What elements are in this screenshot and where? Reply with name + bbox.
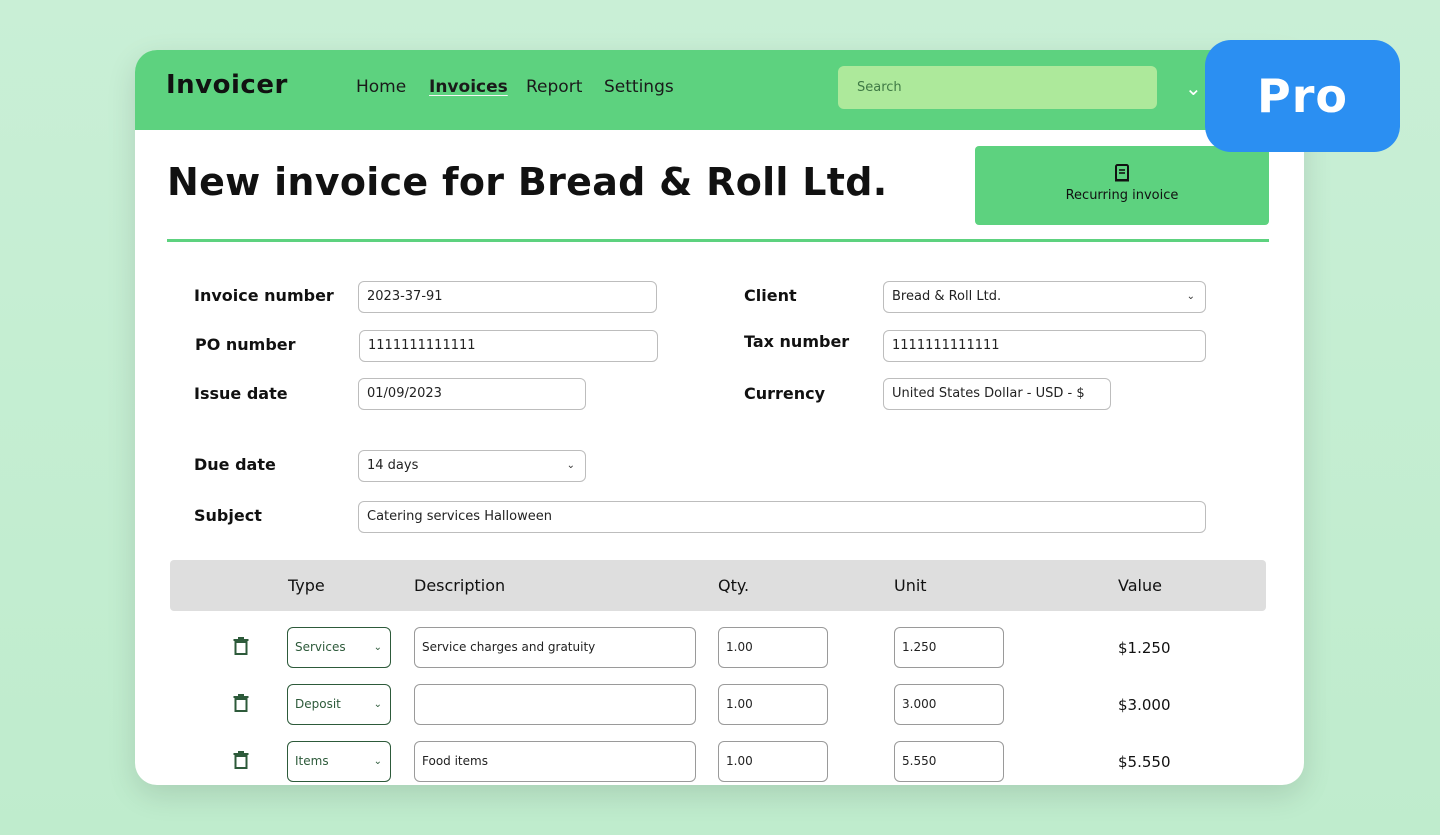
row-value: $3.000 — [1118, 696, 1171, 714]
row-qty-field[interactable]: 1.00 — [718, 684, 828, 725]
currency-field[interactable]: United States Dollar - USD - $ — [883, 378, 1111, 410]
header-qty: Qty. — [718, 576, 750, 595]
header-description: Description — [414, 576, 506, 595]
due-date-label: Due date — [194, 455, 276, 474]
nav-home[interactable]: Home — [356, 77, 406, 97]
po-number-label: PO number — [195, 335, 296, 354]
row-qty-field[interactable]: 1.00 — [718, 741, 828, 782]
issue-date-field[interactable]: 01/09/2023 — [358, 378, 586, 410]
chevron-down-icon: ⌄ — [373, 642, 382, 653]
line-items-header: Type Description Qty. Unit Value — [170, 560, 1266, 611]
row-description-field[interactable]: Service charges and gratuity — [414, 627, 696, 668]
row-type-value: Deposit — [295, 697, 341, 711]
currency-label: Currency — [744, 384, 826, 403]
trash-icon — [233, 751, 249, 769]
chevron-down-icon: ⌄ — [566, 460, 575, 471]
issue-date-label: Issue date — [194, 384, 288, 403]
nav-report[interactable]: Report — [526, 77, 582, 97]
row-type-value: Items — [295, 754, 329, 768]
row-description-field[interactable]: Food items — [414, 741, 696, 782]
due-date-select[interactable]: 14 days ⌄ — [358, 450, 586, 482]
trash-icon — [233, 637, 249, 655]
row-type-value: Services — [295, 640, 346, 654]
invoice-number-label: Invoice number — [194, 286, 334, 305]
tax-number-label: Tax number — [744, 332, 850, 351]
row-value: $5.550 — [1118, 753, 1171, 771]
trash-icon — [233, 694, 249, 712]
header-value: Value — [1118, 576, 1162, 595]
brand-logo: Invoicer — [166, 70, 288, 100]
row-qty-field[interactable]: 1.00 — [718, 627, 828, 668]
nav-invoices[interactable]: Invoices — [429, 77, 508, 97]
pro-badge: Pro — [1205, 40, 1400, 152]
tax-number-field[interactable]: 1111111111111 — [883, 330, 1206, 362]
recurring-invoice-label: Recurring invoice — [1065, 188, 1179, 203]
client-value: Bread & Roll Ltd. — [892, 289, 1002, 304]
header-unit: Unit — [894, 576, 927, 595]
client-label: Client — [744, 286, 797, 305]
po-number-field[interactable]: 1111111111111 — [359, 330, 658, 362]
chevron-down-icon: ⌄ — [1186, 291, 1195, 302]
chevron-down-icon[interactable]: ⌄ — [1185, 76, 1202, 100]
chevron-down-icon: ⌄ — [373, 756, 382, 767]
delete-row-button[interactable] — [233, 751, 249, 773]
due-date-value: 14 days — [367, 458, 419, 473]
top-navbar: Invoicer Home Invoices Report Settings ⌄ — [135, 50, 1304, 130]
page-title: New invoice for Bread & Roll Ltd. — [167, 160, 888, 204]
search-input[interactable] — [838, 66, 1157, 109]
row-unit-field[interactable]: 5.550 — [894, 741, 1004, 782]
chevron-down-icon: ⌄ — [373, 699, 382, 710]
app-window: Invoicer Home Invoices Report Settings ⌄… — [135, 50, 1304, 785]
row-type-select[interactable]: Deposit ⌄ — [287, 684, 391, 725]
subject-field[interactable]: Catering services Halloween — [358, 501, 1206, 533]
nav-settings[interactable]: Settings — [604, 77, 674, 97]
row-unit-field[interactable]: 1.250 — [894, 627, 1004, 668]
header-type: Type — [288, 576, 325, 595]
recurring-invoice-button[interactable]: Recurring invoice — [975, 146, 1269, 225]
row-description-field[interactable] — [414, 684, 696, 725]
invoice-number-field[interactable]: 2023-37-91 — [358, 281, 657, 313]
row-type-select[interactable]: Items ⌄ — [287, 741, 391, 782]
row-value: $1.250 — [1118, 639, 1171, 657]
title-divider — [167, 239, 1269, 242]
delete-row-button[interactable] — [233, 637, 249, 659]
client-select[interactable]: Bread & Roll Ltd. ⌄ — [883, 281, 1206, 313]
subject-label: Subject — [194, 506, 262, 525]
delete-row-button[interactable] — [233, 694, 249, 716]
receipt-icon — [1115, 164, 1129, 182]
row-unit-field[interactable]: 3.000 — [894, 684, 1004, 725]
row-type-select[interactable]: Services ⌄ — [287, 627, 391, 668]
